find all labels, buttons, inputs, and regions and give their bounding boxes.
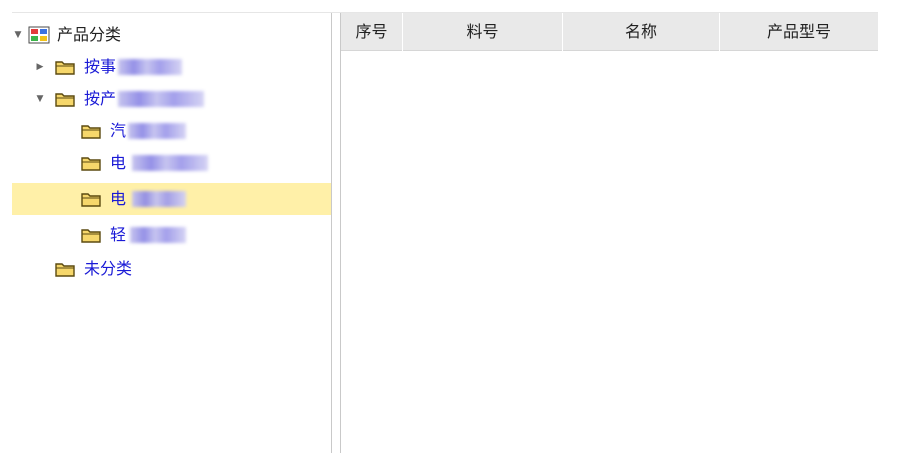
tree-node-label: 汽 [110, 121, 127, 140]
tree-node-auto[interactable]: 汽 [12, 115, 331, 147]
column-header-model[interactable]: 产品型号 [720, 13, 878, 51]
tree-root-label: 产品分类 [57, 25, 122, 44]
redacted-text [118, 59, 182, 75]
collapse-triangle-icon[interactable]: ▼ [34, 93, 46, 105]
folder-open-icon [55, 93, 75, 107]
tree-node-label: 轻 [110, 225, 127, 244]
folder-icon [55, 61, 75, 75]
folder-icon [55, 263, 75, 277]
redacted-text [132, 155, 208, 171]
tree-node-label: 按产 [84, 89, 117, 108]
column-header-name[interactable]: 名称 [563, 13, 720, 51]
folder-icon [81, 157, 101, 171]
tree-node-electric-b-selected[interactable]: 电 [12, 183, 331, 215]
category-grid-icon [28, 26, 50, 44]
tree-node-event-category[interactable]: ▶ 按事 [12, 51, 331, 83]
column-header-code[interactable]: 料号 [403, 13, 563, 51]
tree-node-label: 电 [110, 189, 127, 208]
folder-icon [81, 125, 101, 139]
folder-icon [81, 193, 101, 207]
tree-node-light[interactable]: 轻 [12, 219, 331, 251]
grid-header: 序号 料号 名称 产品型号 [341, 13, 878, 51]
tree-node-uncategorized[interactable]: 未分类 [12, 253, 331, 285]
redacted-text [132, 191, 186, 207]
column-header-seq[interactable]: 序号 [341, 13, 403, 51]
category-tree-panel: ▼ 产品分类 ▶ 按事 ▼ 按产 汽 电 电 轻 未分类 [12, 13, 332, 453]
tree-root-row[interactable]: ▼ 产品分类 [12, 19, 331, 51]
tree-node-label: 电 [110, 153, 127, 172]
tree-node-label: 未分类 [84, 259, 133, 278]
folder-icon [81, 229, 101, 243]
tree-node-product-category[interactable]: ▼ 按产 [12, 83, 331, 115]
tree-node-label: 按事 [84, 57, 117, 76]
redacted-text [130, 227, 186, 243]
redacted-text [118, 91, 204, 107]
app-window: ▼ 产品分类 ▶ 按事 ▼ 按产 汽 电 电 轻 未分类 序号 料号 名称 产品… [0, 0, 900, 475]
expand-triangle-icon[interactable]: ▶ [34, 61, 46, 73]
product-grid-panel: 序号 料号 名称 产品型号 [340, 13, 878, 453]
tree-node-electric-a[interactable]: 电 [12, 147, 331, 179]
collapse-triangle-icon[interactable]: ▼ [12, 29, 24, 41]
redacted-text [128, 123, 186, 139]
